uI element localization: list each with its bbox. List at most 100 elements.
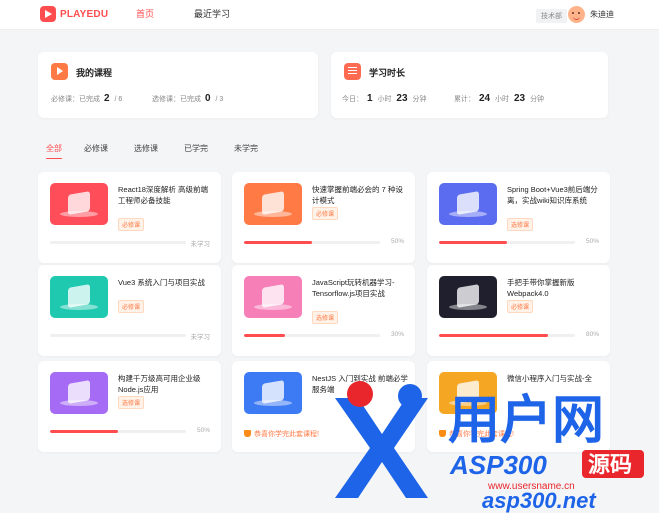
today-time: 今日： 1 小时 23 分钟 (342, 93, 428, 104)
total-hour-unit: 小时 (495, 96, 510, 103)
course-title: Spring Boot+Vue3前后端分离，实战wiki知识库系统 (507, 185, 598, 205)
course-progress-bar (244, 334, 380, 337)
course-progress-bar (244, 241, 380, 244)
course-complete-message: 恭喜你学完此套课程! (244, 429, 319, 439)
course-card[interactable]: 手把手带你掌握新版Webpack4.0 必修课 80% (427, 265, 610, 356)
complete-text: 恭喜你学完此套课程! (449, 431, 514, 438)
course-thumbnail (50, 183, 108, 225)
course-type-tag: 选修课 (118, 396, 145, 409)
course-title: Vue3 系统入门与项目实战 (118, 278, 205, 287)
course-progress-text: 30% (390, 331, 404, 338)
tab-all[interactable]: 全部 (46, 143, 62, 159)
course-thumbnail (439, 183, 497, 225)
course-card[interactable]: Vue3 系统入门与项目实战必修课未学习 (38, 265, 221, 356)
trophy-icon (244, 430, 251, 437)
required-done: 2 (103, 93, 110, 104)
top-header: PLAYEDU 首页 最近学习 技术部 朱迪迪 (0, 0, 659, 30)
course-complete-message: 恭喜你学完此套课程! (439, 429, 514, 439)
logo[interactable]: PLAYEDU (40, 6, 108, 22)
course-progress-fill (439, 334, 548, 337)
logo-text: PLAYEDU (60, 8, 109, 20)
logo-play-icon (40, 6, 56, 22)
course-play-icon (51, 63, 68, 80)
course-progress-text: 未学习 (190, 334, 211, 341)
user-name[interactable]: 朱迪迪 (590, 9, 614, 20)
watermark-red: 源码 (588, 452, 632, 477)
course-card[interactable]: 构建千万级高可用企业级Node.js应用选修课 50% (38, 361, 221, 452)
course-type-tag: 必修课 (507, 300, 534, 313)
main-nav: 首页 最近学习 (136, 0, 230, 28)
course-card[interactable]: React18深度解析 高级前端工程师必备技能 必修课 未学习 (38, 172, 221, 263)
nav-recent[interactable]: 最近学习 (194, 0, 230, 28)
trophy-icon (439, 430, 446, 437)
course-type-tag: 选修课 (312, 311, 339, 324)
course-card[interactable]: 微信小程序入门与实战-全恭喜你学完此套课程! (427, 361, 610, 452)
course-card[interactable]: JavaScript玩转机器学习-Tensorflow.js项目实战选修课 30% (232, 265, 415, 356)
today-label: 今日： (342, 96, 363, 103)
course-type-tag: 选修课 (507, 218, 534, 231)
today-minutes: 23 (396, 93, 408, 104)
course-type-tag: 必修课 (312, 207, 339, 220)
nav-home[interactable]: 首页 (136, 0, 154, 28)
today-hour-unit: 小时 (377, 96, 392, 103)
course-progress-text: 50% (196, 427, 210, 434)
my-courses-card: 我的课程 必修课：已完成 2 / 6 选修课：已完成 0 / 3 (38, 52, 318, 118)
tab-elective[interactable]: 选修课 (134, 143, 158, 159)
elective-label: 选修课：已完成 (152, 96, 201, 103)
total-minutes: 23 (513, 93, 526, 104)
course-progress-text: 50% (585, 238, 599, 245)
total-minute-unit: 分钟 (530, 96, 545, 103)
course-progress-bar (50, 430, 186, 433)
elective-total: / 3 (215, 96, 224, 103)
course-progress-fill (244, 241, 312, 244)
course-title: 快速掌握前端必会的 7 种设计模式 (312, 185, 403, 205)
study-time-icon (344, 63, 361, 80)
course-filter-tabs: 全部 必修课 选修课 已学完 未学完 (46, 143, 258, 159)
course-thumbnail (50, 372, 108, 414)
course-thumbnail (439, 372, 497, 414)
course-progress-bar (439, 334, 575, 337)
department-badge: 技术部 (536, 9, 567, 23)
watermark-url1: www.usersname.cn (487, 481, 575, 492)
course-progress-fill (244, 334, 285, 337)
total-label: 累计： (454, 96, 475, 103)
required-progress: 必修课：已完成 2 / 6 (51, 93, 123, 104)
tab-unfinished[interactable]: 未学完 (234, 143, 258, 159)
course-thumbnail (244, 183, 302, 225)
course-type-tag: 必修课 (118, 218, 145, 231)
course-thumbnail (244, 276, 302, 318)
tab-required[interactable]: 必修课 (84, 143, 108, 159)
course-progress-fill (439, 241, 507, 244)
complete-text: 恭喜你学完此套课程! (254, 431, 319, 438)
total-hours: 24 (478, 93, 491, 104)
watermark-asp: ASP300 (449, 450, 547, 480)
study-time-title: 学习时长 (369, 68, 406, 78)
total-time: 累计： 24 小时 23 分钟 (454, 93, 545, 104)
course-thumbnail (244, 372, 302, 414)
course-title: 手把手带你掌握新版Webpack4.0 (507, 278, 575, 298)
my-courses-title: 我的课程 (76, 68, 113, 78)
course-title: NestJS 入门到实战 前端必学服务端 (312, 374, 408, 394)
today-minute-unit: 分钟 (412, 96, 427, 103)
course-type-tag: 必修课 (118, 300, 145, 313)
today-hours: 1 (366, 93, 373, 104)
required-label: 必修课：已完成 (51, 96, 100, 103)
course-title: 微信小程序入门与实战-全 (507, 374, 592, 383)
course-progress-bar (50, 334, 186, 337)
course-title: JavaScript玩转机器学习-Tensorflow.js项目实战 (312, 278, 395, 298)
course-progress-bar (439, 241, 575, 244)
study-time-card: 学习时长 今日： 1 小时 23 分钟 累计： 24 小时 23 分钟 (331, 52, 608, 118)
course-card[interactable]: NestJS 入门到实战 前端必学服务端恭喜你学完此套课程! (232, 361, 415, 452)
course-thumbnail (439, 276, 497, 318)
watermark-url2: asp300.net (482, 488, 597, 513)
course-progress-text: 未学习 (190, 241, 211, 248)
course-card[interactable]: Spring Boot+Vue3前后端分离，实战wiki知识库系统选修课 50% (427, 172, 610, 263)
course-progress-text: 80% (585, 331, 599, 338)
elective-done: 0 (204, 93, 211, 104)
course-thumbnail (50, 276, 108, 318)
user-avatar[interactable] (568, 6, 585, 23)
course-card[interactable]: 快速掌握前端必会的 7 种设计模式必修课 50% (232, 172, 415, 263)
course-progress-text: 50% (390, 238, 404, 245)
course-title: 构建千万级高可用企业级Node.js应用 (118, 374, 201, 394)
tab-finished[interactable]: 已学完 (184, 143, 208, 159)
